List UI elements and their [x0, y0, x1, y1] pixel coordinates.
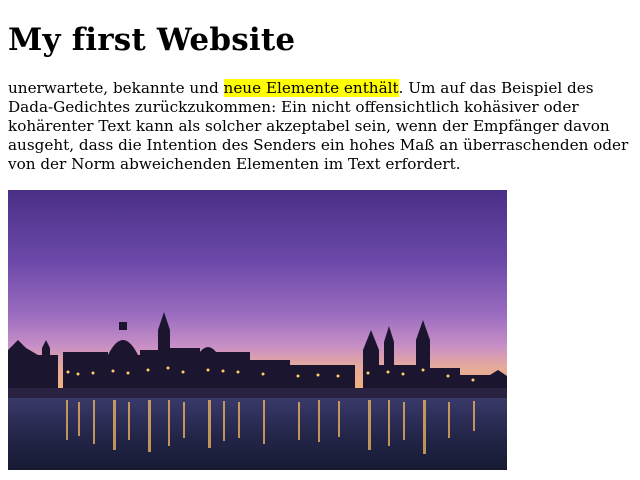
- page-content: My first Website unerwartete, bekannte u…: [0, 22, 640, 470]
- city-skyline-photo: [8, 190, 507, 470]
- body-paragraph: unerwartete, bekannte und neue Elemente …: [8, 79, 632, 174]
- highlighted-text: neue Elemente enthält: [223, 79, 399, 97]
- page-title: My first Website: [8, 22, 296, 58]
- paragraph-text-start: unerwartete, bekannte und: [8, 79, 224, 97]
